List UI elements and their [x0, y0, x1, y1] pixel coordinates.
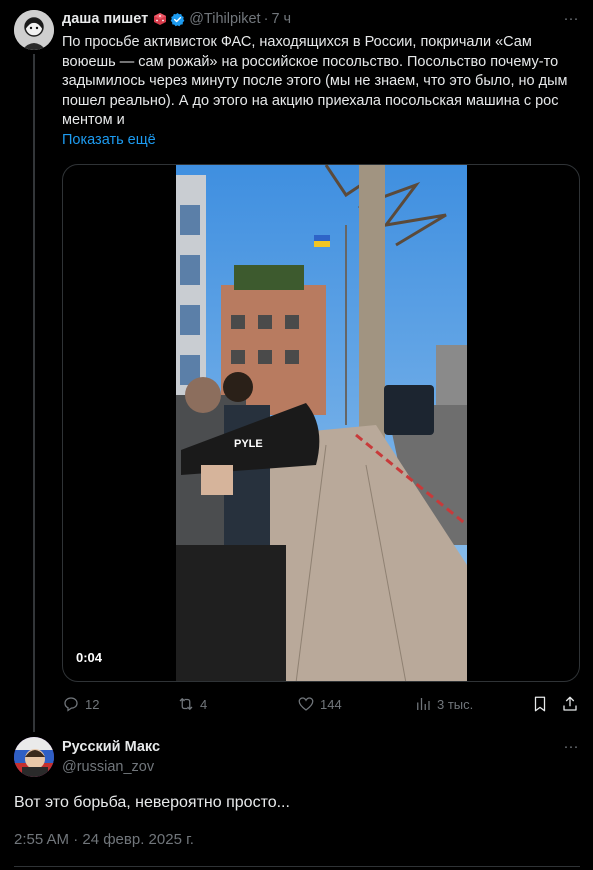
bookmark-icon [534, 696, 546, 712]
post-time[interactable]: 7 ч [271, 11, 291, 27]
bookmark-button[interactable] [531, 695, 549, 713]
video-player[interactable]: PYLE 0:04 [62, 164, 580, 682]
divider [14, 866, 580, 867]
reply-button[interactable]: 12 [62, 695, 99, 713]
reply-author-name[interactable]: Русский Макс [62, 739, 160, 755]
share-icon [563, 696, 577, 711]
views-count: 3 тыс. [437, 696, 474, 712]
reply-timestamp[interactable]: 2:55 AM · 24 февр. 2025 г. [14, 831, 194, 848]
tweet-text: По просьбе активисток ФАС, находящихся в… [62, 34, 568, 129]
avatar[interactable] [14, 737, 54, 777]
reply-author-handle[interactable]: @russian_zov [62, 759, 154, 775]
dice-emoji-icon [153, 12, 167, 26]
more-icon[interactable]: ··· [561, 739, 581, 754]
author-handle[interactable]: @Tihilpiket [189, 11, 260, 27]
retweet-button[interactable]: 4 [177, 695, 207, 713]
separator-dot: · [263, 11, 269, 27]
svg-text:PYLE: PYLE [234, 438, 263, 450]
video-frame[interactable]: PYLE [176, 165, 467, 681]
tweet-actions: 12 4 144 3 тыс. [62, 695, 582, 715]
like-button[interactable]: 144 [297, 695, 342, 713]
like-count: 144 [320, 696, 342, 712]
more-icon[interactable]: ··· [561, 11, 581, 26]
retweet-count: 4 [200, 696, 208, 712]
show-more-link[interactable]: Показать ещё [62, 132, 156, 148]
share-button[interactable] [561, 695, 579, 713]
views-button[interactable]: 3 тыс. [414, 695, 473, 713]
reply-icon [64, 697, 78, 712]
reply-count: 12 [85, 696, 100, 712]
video-duration: 0:04 [76, 650, 103, 665]
retweet-icon [179, 698, 193, 710]
thread-connector-line [33, 54, 35, 732]
views-icon [417, 698, 430, 710]
verified-badge-icon[interactable] [170, 12, 185, 27]
author-name[interactable]: даша пишет [62, 11, 148, 27]
avatar[interactable] [14, 10, 54, 50]
reply-text: Вот это борьба, невероятно просто... [14, 794, 290, 811]
like-icon [298, 697, 314, 711]
tweet-header: даша пишет @Tihilpiket · 7 ч [62, 11, 291, 27]
